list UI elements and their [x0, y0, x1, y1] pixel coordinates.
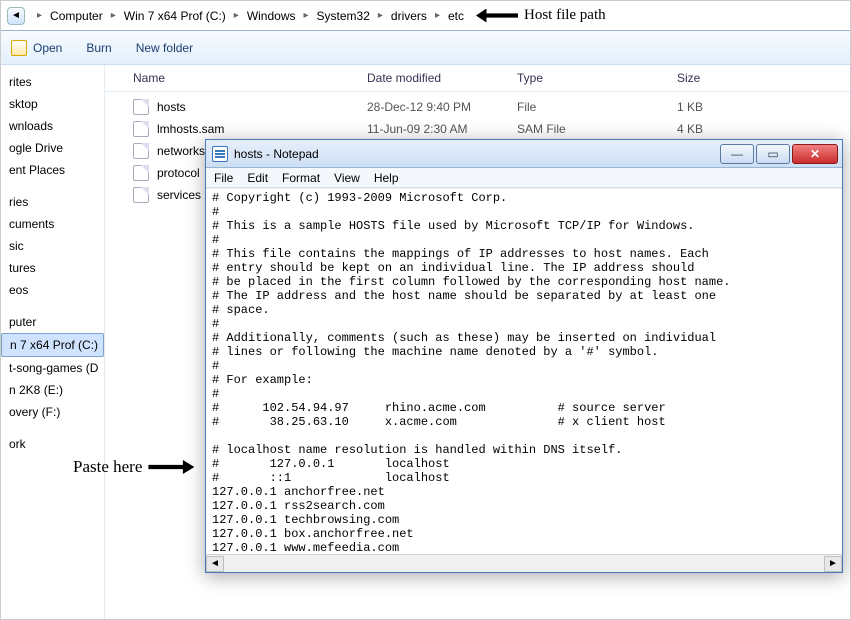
nav-item[interactable]: t-song-games (D: [1, 357, 104, 379]
table-row[interactable]: hosts 28-Dec-12 9:40 PM File 1 KB: [105, 96, 850, 118]
nav-item[interactable]: ogle Drive: [1, 137, 104, 159]
nav-item[interactable]: rites: [1, 71, 104, 93]
crumb-3[interactable]: System32: [315, 7, 372, 25]
col-size[interactable]: Size: [677, 71, 700, 85]
file-date: 28-Dec-12 9:40 PM: [367, 100, 517, 114]
menu-edit[interactable]: Edit: [247, 171, 268, 185]
nav-item[interactable]: n 2K8 (E:): [1, 379, 104, 401]
menu-format[interactable]: Format: [282, 171, 320, 185]
address-bar: ◄ ▸ Computer ▸ Win 7 x64 Prof (C:) ▸ Win…: [1, 1, 850, 31]
nav-item[interactable]: tures: [1, 257, 104, 279]
back-button[interactable]: ◄: [7, 7, 25, 25]
annotation-hostpath: Host file path: [476, 7, 606, 24]
nav-item[interactable]: eos: [1, 279, 104, 301]
toolbar: Open Burn New folder: [1, 31, 850, 65]
file-type: File: [517, 100, 677, 114]
menu-help[interactable]: Help: [374, 171, 399, 185]
document-icon: [11, 40, 27, 56]
nav-panel: rites sktop wnloads ogle Drive ent Place…: [1, 65, 105, 619]
nav-item[interactable]: cuments: [1, 213, 104, 235]
table-row[interactable]: lmhosts.sam 11-Jun-09 2:30 AM SAM File 4…: [105, 118, 850, 140]
scroll-left-button[interactable]: ◄: [206, 556, 224, 572]
notepad-menu: File Edit Format View Help: [206, 168, 842, 188]
crumb-5[interactable]: etc: [446, 7, 466, 25]
nav-item[interactable]: ent Places: [1, 159, 104, 181]
col-name[interactable]: Name: [133, 71, 367, 85]
file-name: hosts: [157, 100, 367, 114]
horizontal-scrollbar[interactable]: ◄ ►: [206, 554, 842, 572]
minimize-button[interactable]: —: [720, 144, 754, 164]
notepad-title: hosts - Notepad: [234, 147, 319, 161]
crumb-0[interactable]: Computer: [48, 7, 105, 25]
annotation-paste: Paste here: [73, 457, 194, 477]
file-icon: [133, 121, 149, 137]
crumb-2[interactable]: Windows: [245, 7, 298, 25]
arrow-right-icon: [148, 460, 194, 474]
col-type[interactable]: Type: [517, 71, 677, 85]
file-size: 4 KB: [677, 122, 703, 136]
burn-button[interactable]: Burn: [86, 41, 111, 55]
open-button[interactable]: Open: [11, 40, 62, 56]
menu-view[interactable]: View: [334, 171, 360, 185]
file-size: 1 KB: [677, 100, 703, 114]
nav-item[interactable]: wnloads: [1, 115, 104, 137]
file-icon: [133, 143, 149, 159]
nav-item[interactable]: ries: [1, 191, 104, 213]
annotation-paste-text: Paste here: [73, 457, 142, 477]
nav-item[interactable]: ork: [1, 433, 104, 455]
arrow-left-icon: [476, 9, 518, 23]
breadcrumb[interactable]: ▸ Computer ▸ Win 7 x64 Prof (C:) ▸ Windo…: [31, 7, 466, 25]
file-type: SAM File: [517, 122, 677, 136]
annotation-hostpath-text: Host file path: [524, 7, 606, 24]
notepad-textarea[interactable]: # Copyright (c) 1993-2009 Microsoft Corp…: [206, 188, 842, 554]
file-name: lmhosts.sam: [157, 122, 367, 136]
file-icon: [133, 165, 149, 181]
nav-item[interactable]: overy (F:): [1, 401, 104, 423]
newfolder-button[interactable]: New folder: [136, 41, 193, 55]
maximize-button[interactable]: ▭: [756, 144, 790, 164]
nav-item-selected[interactable]: n 7 x64 Prof (C:): [1, 333, 104, 357]
close-button[interactable]: ✕: [792, 144, 838, 164]
notepad-titlebar[interactable]: hosts - Notepad — ▭ ✕: [206, 140, 842, 168]
menu-file[interactable]: File: [214, 171, 233, 185]
explorer-window: ◄ ▸ Computer ▸ Win 7 x64 Prof (C:) ▸ Win…: [0, 0, 851, 620]
file-date: 11-Jun-09 2:30 AM: [367, 122, 517, 136]
nav-item[interactable]: sic: [1, 235, 104, 257]
file-icon: [133, 99, 149, 115]
crumb-4[interactable]: drivers: [389, 7, 429, 25]
nav-item[interactable]: sktop: [1, 93, 104, 115]
nav-item[interactable]: puter: [1, 311, 104, 333]
notepad-window: hosts - Notepad — ▭ ✕ File Edit Format V…: [205, 139, 843, 573]
col-date[interactable]: Date modified: [367, 71, 517, 85]
crumb-1[interactable]: Win 7 x64 Prof (C:): [122, 7, 228, 25]
file-icon: [133, 187, 149, 203]
notepad-icon: [212, 146, 228, 162]
column-headers: Name Date modified Type Size: [105, 65, 850, 92]
scroll-right-button[interactable]: ►: [824, 556, 842, 572]
open-label: Open: [33, 41, 62, 55]
